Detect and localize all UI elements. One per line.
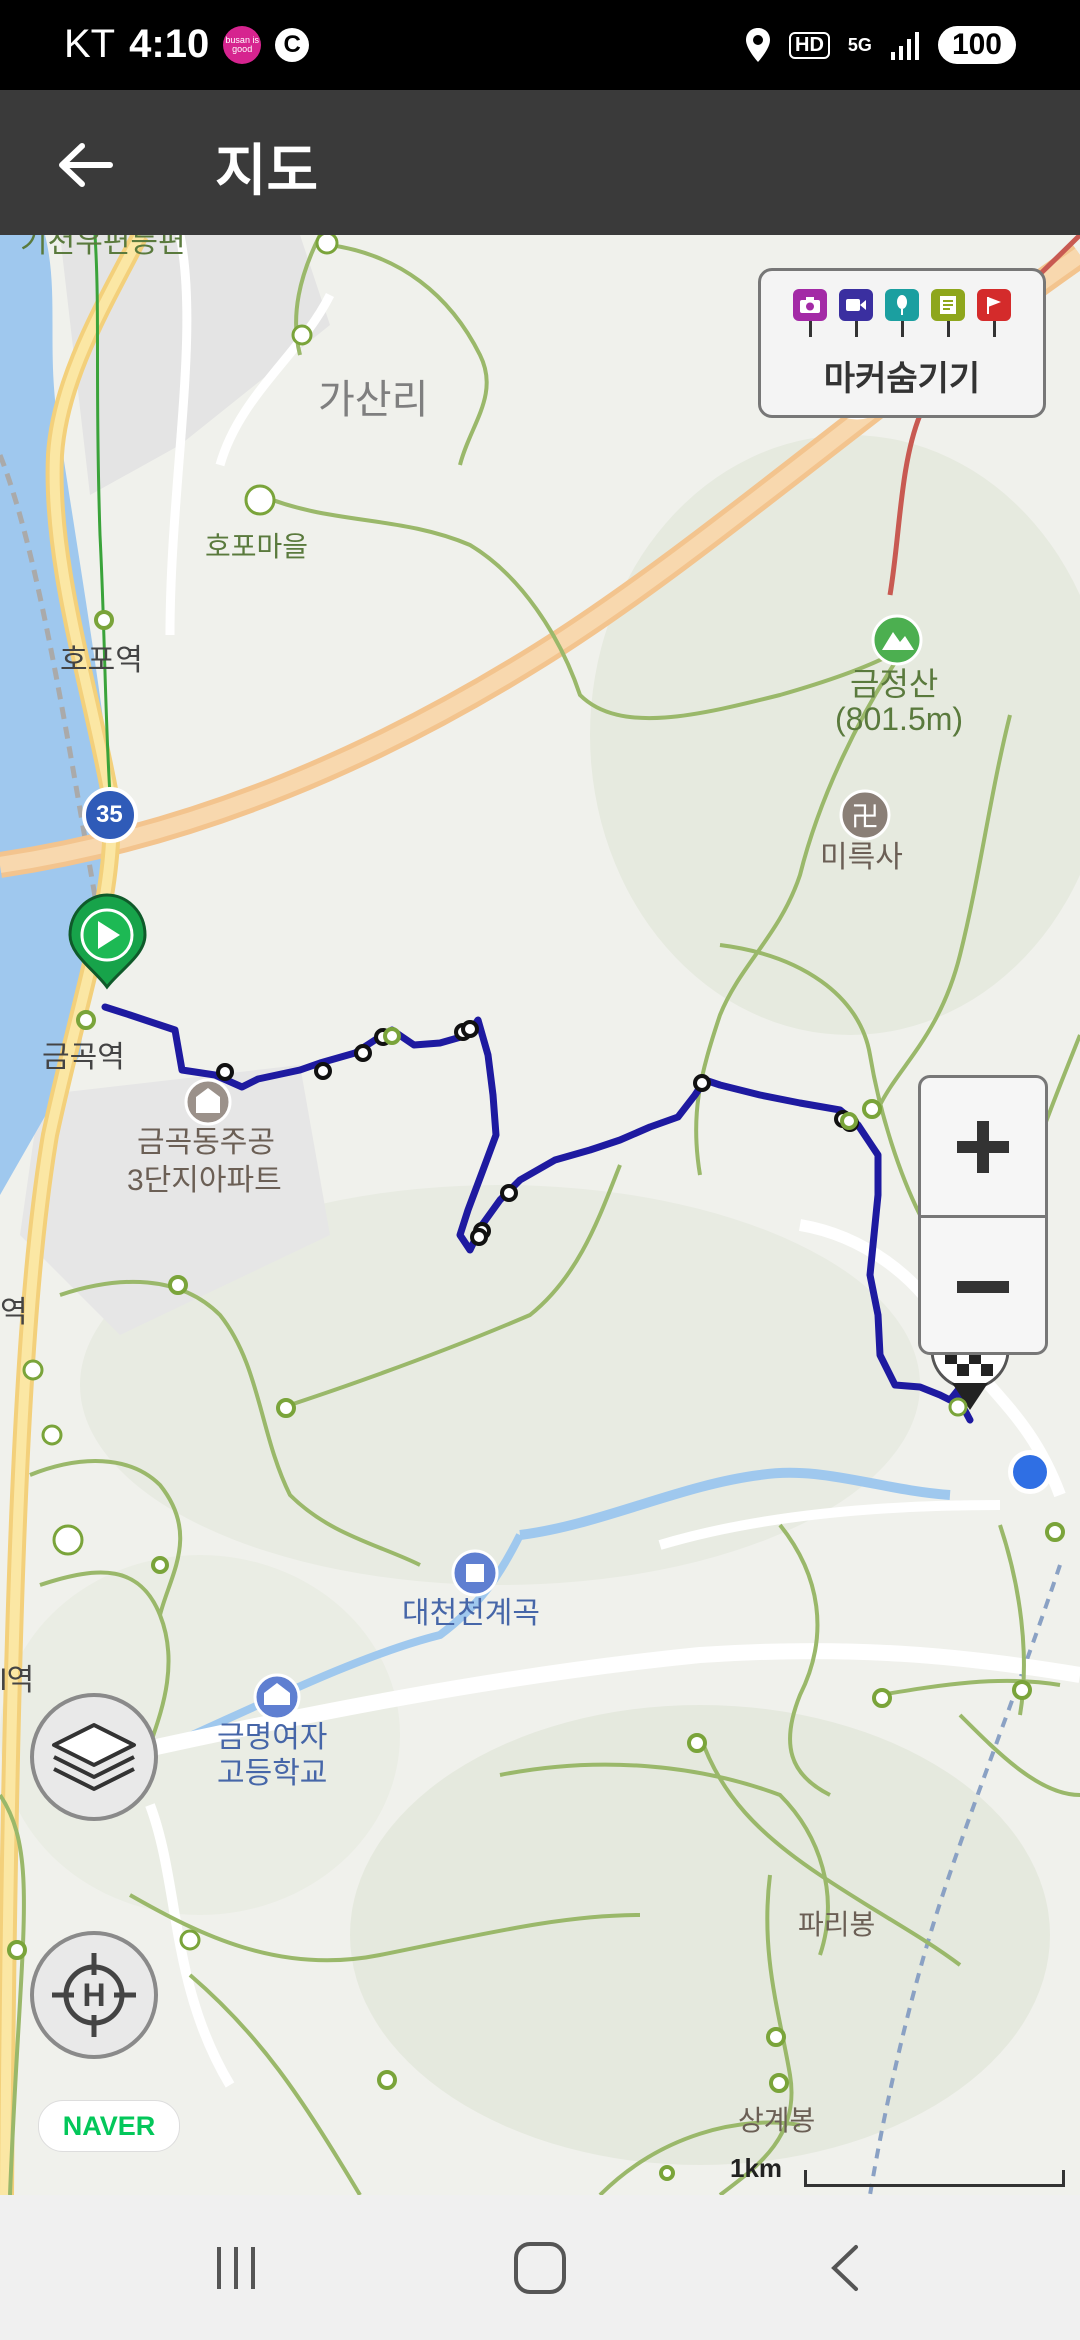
back-arrow-icon[interactable]: [50, 130, 120, 200]
map-label-hopo-village: 호포마을: [205, 531, 309, 562]
page-title: 지도: [215, 139, 319, 202]
map-label-geumgok-station: 금곡역: [42, 1041, 125, 1074]
map-label-partial-top: 기천우편등편: [20, 235, 186, 259]
map-label-paribong: 파리봉: [798, 1909, 876, 1940]
home-icon: [514, 2241, 566, 2294]
valley-icon: [451, 1549, 499, 1597]
zoom-out-button[interactable]: [921, 1218, 1045, 1355]
map-label-school-line2: 고등학교: [217, 1757, 328, 1790]
signal-icon: [890, 32, 919, 60]
layers-icon: [52, 1723, 136, 1791]
svg-text:H: H: [82, 1977, 105, 2013]
minus-icon: [957, 1280, 1009, 1293]
plus-icon: [957, 1120, 1009, 1173]
map-label-station-edge-2: l역: [0, 1664, 35, 1697]
svg-text:卍: 卍: [851, 800, 879, 833]
carrier-label: KT: [64, 22, 116, 66]
map-label-gasanri: 가산리: [318, 378, 429, 422]
map-label-geumjeongsan: 금정산: [850, 666, 939, 702]
scale-label: 1km: [730, 2153, 783, 2183]
temple-icon: 卍: [839, 789, 891, 841]
chevron-left-icon: [831, 2244, 858, 2291]
flag-marker-icon: [977, 289, 1013, 337]
c-app-icon: C: [275, 27, 310, 62]
map-label-mireuksa: 미륵사: [820, 841, 903, 874]
map-label-school-line1: 금명여자: [217, 1721, 328, 1754]
marker-hide-label: 마커숨기기: [823, 360, 981, 398]
naver-logo: NAVER: [38, 2100, 180, 2152]
home-location-button[interactable]: H: [30, 1931, 158, 2059]
status-left: KT 4:10 busan is good C: [64, 22, 310, 67]
school-icon: [253, 1673, 301, 1721]
system-nav-bar: [0, 2195, 1080, 2340]
app-bar: 지도: [0, 90, 1080, 235]
status-bar: KT 4:10 busan is good C HD 5G 100: [0, 0, 1080, 90]
route-35-label: 35: [96, 801, 123, 828]
map-label-sanggyebong: 상계봉: [738, 2105, 816, 2136]
map-label-apartment-line1: 금곡동주공: [137, 1126, 275, 1159]
clock: 4:10: [129, 22, 210, 66]
busan-app-icon: busan is good: [223, 25, 262, 64]
map-label-geumjeongsan-height: (801.5m): [835, 701, 964, 737]
map-label-apartment-line2: 3단지아파트: [127, 1164, 282, 1197]
recent-apps-icon: [217, 2246, 255, 2289]
video-marker-icon: [839, 289, 875, 337]
recent-apps-button[interactable]: [146, 2195, 326, 2340]
network-5g-icon: 5G: [847, 35, 872, 55]
scale-bar: [804, 2170, 1065, 2187]
camera-marker-icon: [793, 289, 829, 337]
mountain-peak-icon: [871, 614, 923, 666]
marker-type-icons: [793, 289, 1013, 337]
apartment-icon: [184, 1078, 232, 1126]
memo-marker-icon: [931, 289, 967, 337]
map-label-hopo-station: 호포역: [60, 644, 143, 677]
map-label-station-edge: 역: [0, 1296, 28, 1329]
crosshair-h-icon: H: [52, 1953, 136, 2037]
map-view[interactable]: 卍 기천우편등편 가산리 호포마을 호포역 금정산 (801.5m) 미륵사 금…: [0, 235, 1080, 2195]
mic-marker-icon: [885, 289, 921, 337]
home-button[interactable]: [450, 2195, 630, 2340]
zoom-in-button[interactable]: [921, 1078, 1045, 1215]
back-button[interactable]: [755, 2195, 935, 2340]
layers-button[interactable]: [30, 1693, 158, 1821]
location-icon: [746, 28, 771, 62]
battery-indicator: 100: [937, 26, 1016, 64]
hd-voice-icon: HD: [789, 31, 830, 59]
map-label-daecheon-valley: 대천천계곡: [402, 1597, 540, 1630]
marker-hide-panel[interactable]: 마커숨기기: [758, 268, 1046, 418]
zoom-controls: [918, 1075, 1048, 1355]
status-right: HD 5G 100: [745, 26, 1016, 64]
